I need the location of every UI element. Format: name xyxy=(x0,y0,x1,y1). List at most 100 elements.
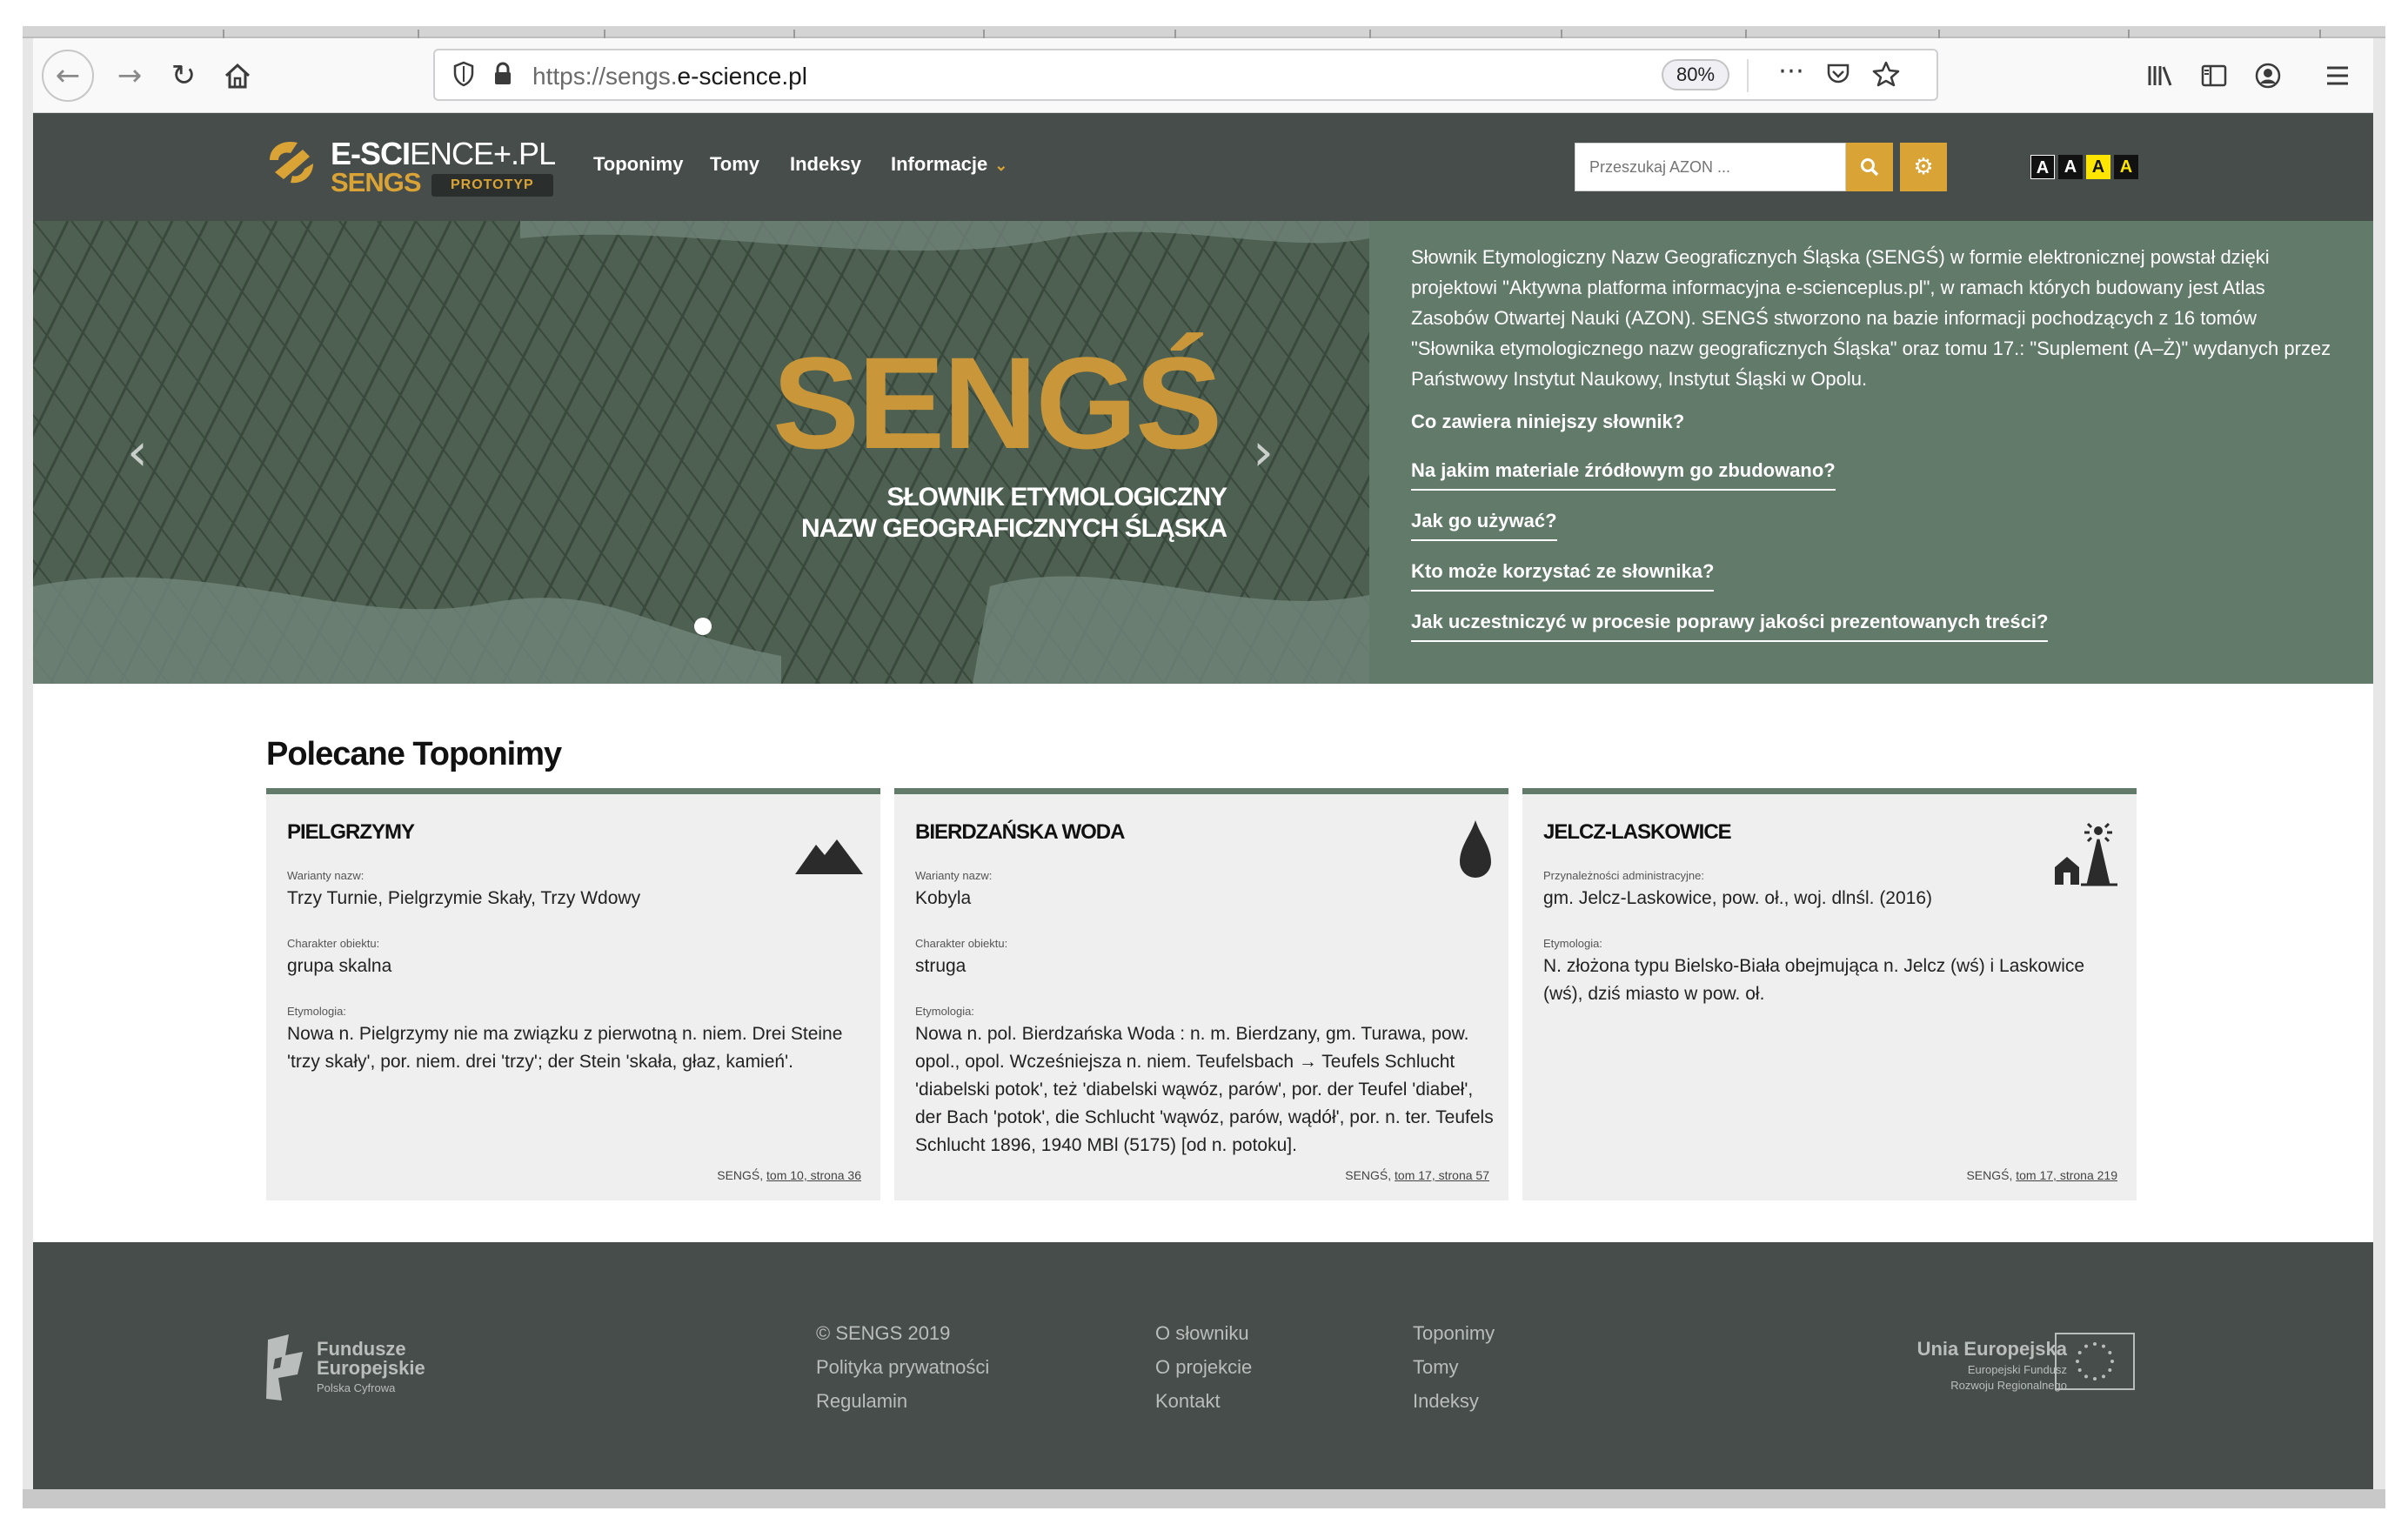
back-icon[interactable]: ← xyxy=(42,50,94,102)
site-footer: Fundusze Europejskie Polska Cyfrowa © SE… xyxy=(33,1242,2373,1489)
window-border-bottom xyxy=(23,1489,2385,1508)
field-value: struga xyxy=(915,956,967,976)
source-link[interactable]: tom 10, strona 36 xyxy=(766,1168,861,1182)
url-bar[interactable]: https://sengs.e-science.pl 80% ⋯ xyxy=(433,49,1938,101)
url-domain: e-science.pl xyxy=(677,63,807,90)
gear-icon: ⚙ xyxy=(1913,154,1934,180)
hero-link-contents[interactable]: Co zawiera niniejszy słownik? xyxy=(1411,411,1684,440)
font-size-normal[interactable]: A xyxy=(2030,155,2055,179)
footer-link-terms[interactable]: Regulamin xyxy=(816,1390,907,1413)
carousel-prev-icon[interactable]: ‹ xyxy=(117,426,158,478)
footer-copyright: © SENGS 2019 xyxy=(816,1322,951,1344)
pocket-icon[interactable] xyxy=(1825,61,1851,93)
hero-link-participate[interactable]: Jak uczestniczyć w procesie poprawy jako… xyxy=(1411,611,2049,642)
tab-strip xyxy=(23,26,2385,38)
source-link[interactable]: tom 17, strona 57 xyxy=(1395,1168,1489,1182)
hero-link-source[interactable]: Na jakim materiale źródłowym go zbudowan… xyxy=(1411,459,1836,491)
section-title: Polecane Toponimy xyxy=(266,736,562,772)
eu-star xyxy=(2102,1374,2105,1379)
source-prefix: SENGŚ, xyxy=(1966,1168,2017,1182)
eu-title: Unia Europejska xyxy=(1916,1338,2067,1360)
tab-separator xyxy=(223,30,224,38)
url-text[interactable]: https://sengs.e-science.pl xyxy=(532,63,807,90)
field-label: Etymologia: xyxy=(1543,937,1602,950)
carousel-indicator[interactable] xyxy=(694,618,712,635)
footer-link-tomy[interactable]: Tomy xyxy=(1413,1356,1459,1379)
tab-separator xyxy=(2128,30,2130,38)
field-value: Nowa n. Pielgrzymy nie ma związku z pier… xyxy=(287,1024,843,1072)
hero-subtitle: SŁOWNIK ETYMOLOGICZNY NAZW GEOGRAFICZNYC… xyxy=(739,482,1227,545)
card-source: SENGŚ, tom 10, strona 36 xyxy=(717,1168,861,1182)
font-size-contrast-2[interactable]: A xyxy=(2086,155,2110,179)
eu-star xyxy=(2110,1360,2114,1363)
source-link[interactable]: tom 17, strona 219 xyxy=(2016,1168,2117,1182)
card-title[interactable]: PIELGRZYMY xyxy=(287,820,415,845)
sidebar-icon[interactable] xyxy=(2191,52,2237,99)
logo-sub: SENGS xyxy=(331,167,422,197)
water-drop-icon xyxy=(1421,819,1495,892)
nav-toponimy[interactable]: Toponimy xyxy=(593,153,683,176)
eu-star xyxy=(2108,1351,2112,1354)
field-label: Etymologia: xyxy=(915,1005,974,1018)
fundusze-europejskie-logo-icon[interactable] xyxy=(264,1333,306,1402)
eu-star xyxy=(2077,1368,2082,1372)
home-icon[interactable] xyxy=(214,52,261,99)
nav-informacje[interactable]: Informacje ⌄ xyxy=(891,153,1007,176)
eu-subtitle-line2: Rozwoju Regionalnego xyxy=(1950,1379,2067,1392)
eu-subtitle: Europejski Fundusz Rozwoju Regionalnego xyxy=(1950,1362,2067,1394)
toponym-card[interactable]: PIELGRZYMY Warianty nazw: Trzy Turnie, P… xyxy=(266,788,880,1200)
card-title[interactable]: JELCZ-LASKOWICE xyxy=(1543,820,1732,845)
field-value: N. złożona typu Bielsko-Biała obejmująca… xyxy=(1543,956,2085,1004)
menu-icon[interactable] xyxy=(2314,52,2361,99)
library-icon[interactable] xyxy=(2137,52,2184,99)
reload-icon[interactable]: ↻ xyxy=(160,52,207,99)
nav-tomy[interactable]: Tomy xyxy=(710,153,759,176)
eu-flag-icon[interactable] xyxy=(2055,1333,2135,1390)
account-icon[interactable] xyxy=(2244,52,2291,99)
hero-link-usage[interactable]: Jak go używać? xyxy=(1411,510,1557,541)
eu-star xyxy=(2076,1360,2079,1363)
footer-link-toponimy[interactable]: Toponimy xyxy=(1413,1322,1495,1345)
more-icon[interactable]: ⋯ xyxy=(1778,56,1804,86)
toponym-card[interactable]: JELCZ-LASKOWICE Przynależności administr… xyxy=(1522,788,2137,1200)
font-size-contrast-3[interactable]: A xyxy=(2114,155,2138,179)
eu-subtitle-line1: Europejski Fundusz xyxy=(1967,1363,2067,1376)
logo-text-bold: E-SCI xyxy=(331,136,411,171)
field-label: Charakter obiektu: xyxy=(287,937,380,950)
toponym-card[interactable]: BIERDZAŃSKA WODA Warianty nazw: Kobyla C… xyxy=(894,788,1508,1200)
field-label: Charakter obiektu: xyxy=(915,937,1008,950)
search-field[interactable] xyxy=(1575,143,1846,191)
hero-description: Słownik Etymologiczny Nazw Geograficznyc… xyxy=(1411,246,2331,390)
eu-star xyxy=(2077,1351,2082,1354)
zoom-badge[interactable]: 80% xyxy=(1662,59,1729,90)
search-icon xyxy=(1861,158,1879,177)
footer-link-about-project[interactable]: O projekcie xyxy=(1155,1356,1252,1379)
font-size-contrast-1[interactable]: A xyxy=(2058,155,2083,179)
footer-link-about-dictionary[interactable]: O słowniku xyxy=(1155,1322,1249,1345)
shield-icon[interactable] xyxy=(452,61,475,93)
search-input[interactable] xyxy=(1575,144,1845,191)
forward-icon[interactable]: → xyxy=(106,52,153,99)
field-label: Przynależności administracyjne: xyxy=(1543,869,1704,882)
card-title[interactable]: BIERDZAŃSKA WODA xyxy=(915,820,1125,845)
hero-link-who[interactable]: Kto może korzystać ze słownika? xyxy=(1411,560,1715,592)
lock-icon[interactable] xyxy=(492,61,513,93)
footer-link-contact[interactable]: Kontakt xyxy=(1155,1390,1221,1413)
carousel-next-icon[interactable]: › xyxy=(1242,426,1284,478)
nav-indeksy[interactable]: Indeksy xyxy=(790,153,861,176)
star-icon[interactable] xyxy=(1872,61,1900,93)
footer-link-indeksy[interactable]: Indeksy xyxy=(1413,1390,1479,1413)
footer-link-privacy[interactable]: Polityka prywatności xyxy=(816,1356,989,1379)
field-value: Kobyla xyxy=(915,888,972,908)
settings-button[interactable]: ⚙ xyxy=(1900,143,1947,191)
nav-informacje-label: Informacje xyxy=(891,153,988,175)
e-science-logo-icon[interactable] xyxy=(264,134,318,190)
tab-separator xyxy=(418,30,419,38)
hero-title: SENGŚ xyxy=(773,330,1222,476)
source-prefix: SENGŚ, xyxy=(717,1168,767,1182)
screenshot-frame: ← → ↻ https://sengs.e-science.pl 80% ⋯ E… xyxy=(0,0,2408,1531)
search-button[interactable] xyxy=(1846,143,1893,191)
field-label: Etymologia: xyxy=(287,1005,346,1018)
tab-separator xyxy=(604,30,605,38)
tab-separator xyxy=(1938,30,1940,38)
